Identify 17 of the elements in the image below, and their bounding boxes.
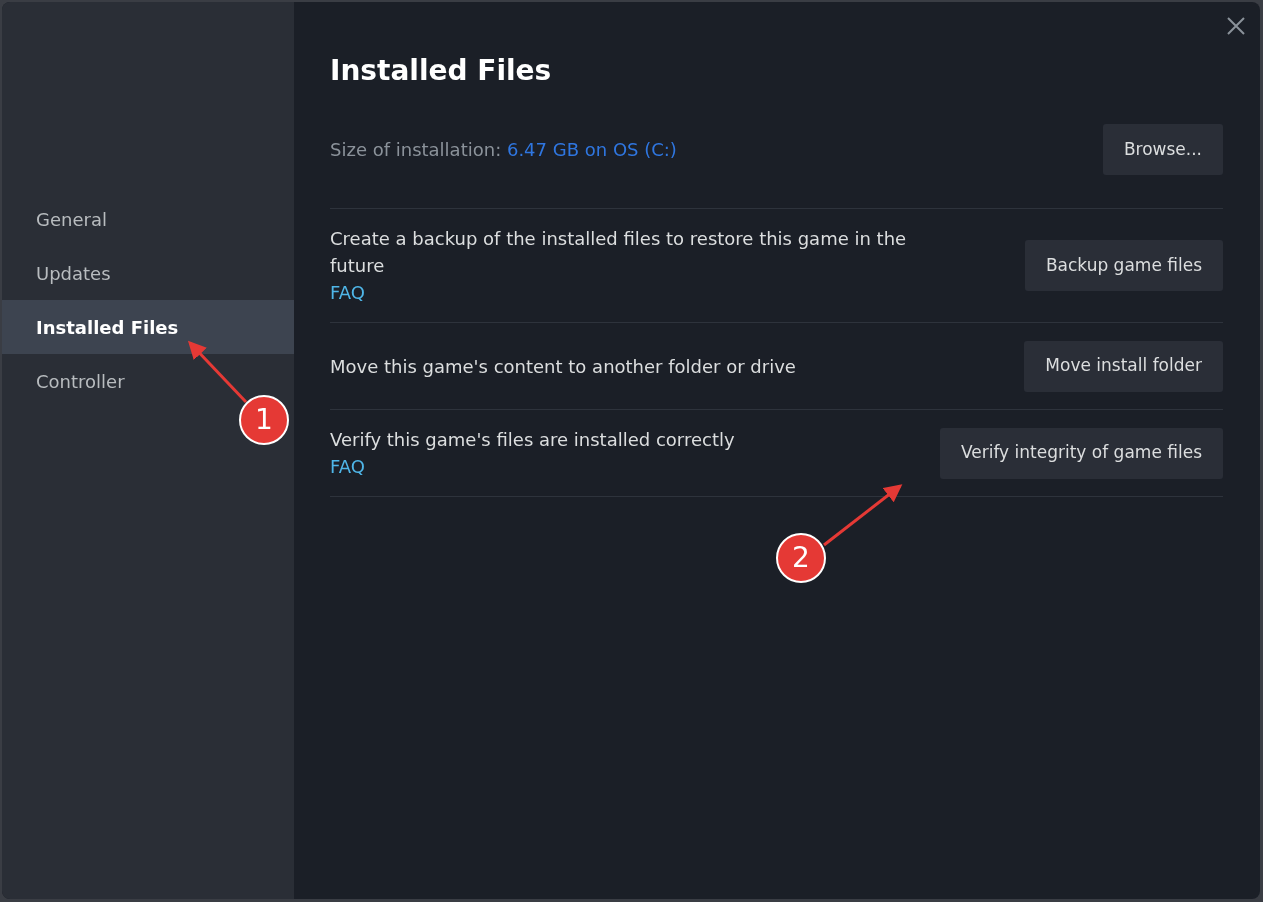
browse-button[interactable]: Browse...: [1102, 124, 1223, 175]
faq-link[interactable]: FAQ: [330, 453, 365, 480]
setting-description: Move this game's content to another folder or drive: [330, 354, 796, 379]
action-button[interactable]: Verify integrity of game files: [939, 427, 1223, 479]
action-button[interactable]: Backup game files: [1024, 240, 1223, 291]
action-button[interactable]: Move install folder: [1024, 340, 1223, 392]
sidebar-item[interactable]: General: [2, 192, 294, 246]
annotation-arrow: [187, 340, 248, 404]
drive-link[interactable]: 6.47 GB on OS (C:): [506, 139, 677, 160]
close-icon: [1227, 17, 1245, 35]
faq-link[interactable]: FAQ: [330, 279, 365, 306]
sidebar-item[interactable]: Installed Files: [2, 300, 294, 354]
sidebar-item[interactable]: Updates: [2, 246, 294, 300]
setting-description: Verify this game's files are installed correctly: [330, 428, 735, 452]
setting-description: Create a backup of the installed files to restore this game in the future: [330, 227, 908, 278]
installation-size: Size of installation: 6.47 GB on OS (C:): [330, 138, 677, 162]
page-title: Installed Files: [330, 53, 553, 89]
